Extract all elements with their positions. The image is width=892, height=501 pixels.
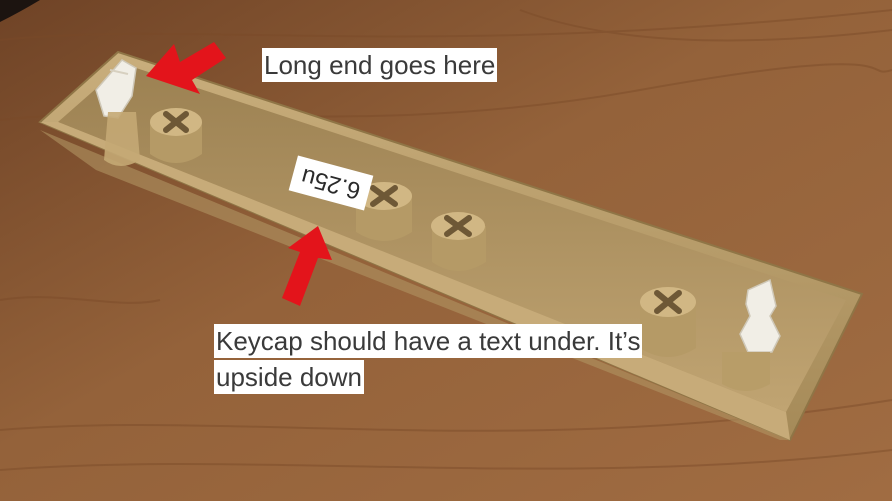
photo-scene: 6.25u Long end goes here Keycap should h…	[0, 0, 892, 501]
long-end-caption: Long end goes here	[262, 48, 498, 82]
keycap-caption-line-1: Keycap should have a text under. It’s	[214, 324, 643, 358]
stem-1	[150, 108, 202, 163]
stem-4	[640, 287, 696, 357]
stem-3	[431, 212, 486, 271]
keycap-caption-line-2: upside down	[214, 360, 364, 394]
